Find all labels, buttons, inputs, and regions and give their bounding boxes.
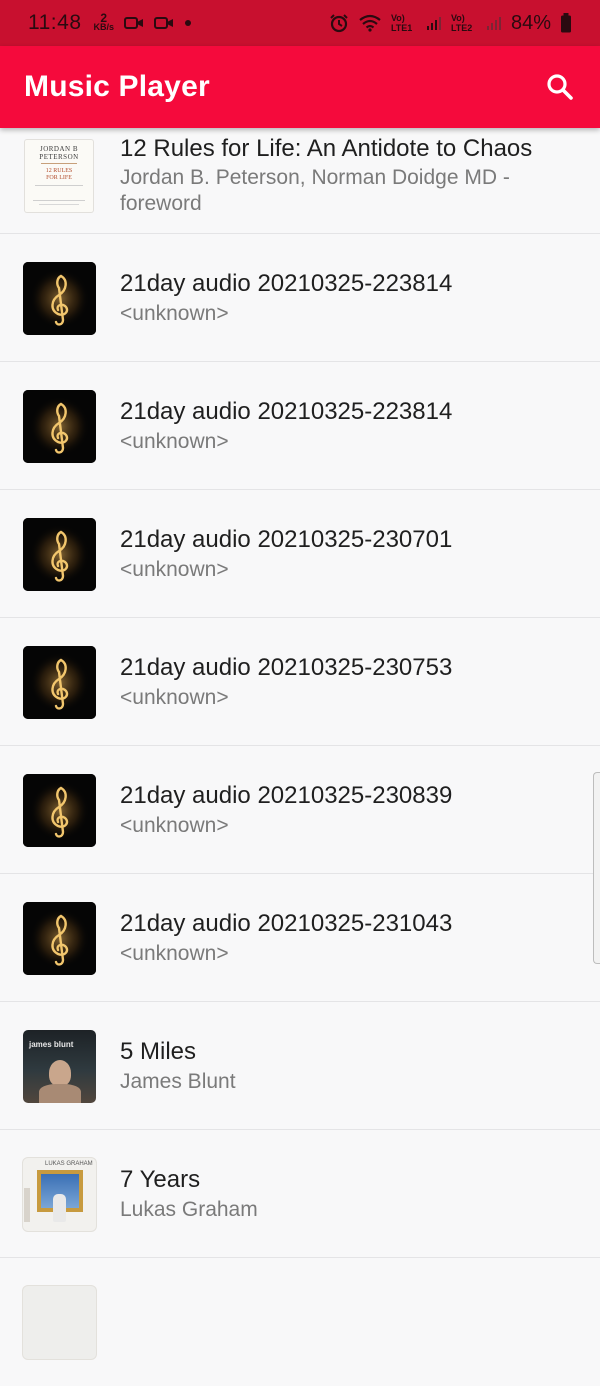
album-art: james blunt [23, 1030, 96, 1103]
video-call-icon [124, 17, 144, 29]
track-row[interactable]: 21day audio 20210325-223814 <unknown> [0, 234, 600, 362]
track-title: 21day audio 20210325-231043 [120, 910, 453, 937]
track-artist: <unknown> [120, 814, 229, 837]
album-art [23, 518, 96, 591]
track-row[interactable]: 21day audio 20210325-231043 <unknown> [0, 874, 600, 1002]
track-row[interactable]: LUKAS GRAHAM 7 Years Lukas Graham [0, 1130, 600, 1258]
search-button[interactable] [544, 71, 576, 103]
music-note-icon [23, 390, 96, 463]
app-bar: Music Player [0, 46, 600, 128]
alarm-icon [330, 14, 348, 33]
status-time: 11:48 [28, 11, 82, 34]
video-call-icon [154, 17, 174, 29]
track-artist: <unknown> [120, 302, 229, 325]
track-title: 21day audio 20210325-230753 [120, 654, 453, 681]
album-art [23, 774, 96, 847]
track-artist: James Blunt [120, 1070, 236, 1093]
album-cover-text: james blunt [29, 1040, 74, 1049]
album-cover-figure [53, 1194, 66, 1222]
status-right-icons: Vo) LTE1 Vo) LTE2 84% [329, 12, 572, 35]
track-row[interactable]: 21day audio 20210325-230701 <unknown> [0, 490, 600, 618]
volte1-indicator: Vo) LTE1 [390, 13, 413, 33]
wifi-icon [359, 14, 381, 32]
track-row[interactable] [0, 1258, 600, 1386]
album-art: JORDAN B PETERSON 12 RULES FOR LIFE [25, 140, 93, 212]
track-title: 21day audio 20210325-223814 [120, 398, 453, 425]
book-fineprint [33, 200, 85, 201]
app-title: Music Player [24, 70, 210, 103]
signal-icon [486, 17, 501, 30]
network-speed: 2 KB/s [93, 11, 115, 32]
dot-icon [185, 20, 192, 26]
album-art: LUKAS GRAHAM [23, 1158, 96, 1231]
track-row[interactable]: 21day audio 20210325-223814 <unknown> [0, 362, 600, 490]
music-note-icon [23, 646, 96, 719]
album-cover-figure [49, 1060, 71, 1086]
track-row[interactable]: 21day audio 20210325-230753 <unknown> [0, 618, 600, 746]
signal-icon [426, 17, 441, 30]
music-note-icon [23, 262, 96, 335]
track-title: 21day audio 20210325-230839 [120, 782, 453, 809]
track-title: 7 Years [120, 1166, 201, 1193]
music-note-icon [23, 518, 96, 591]
track-artist: <unknown> [120, 942, 229, 965]
book-title-text: FOR LIFE [46, 175, 72, 181]
track-artist: <unknown> [120, 430, 229, 453]
status-bar: 11:48 2 KB/s Vo) LTE1 Vo) LTE2 84% [0, 0, 600, 46]
track-artist: <unknown> [120, 686, 229, 709]
book-title-text: 12 RULES [45, 168, 73, 174]
album-art [23, 390, 96, 463]
battery-icon [561, 13, 571, 33]
track-row[interactable]: 21day audio 20210325-230839 <unknown> [0, 746, 600, 874]
album-art [23, 262, 96, 335]
track-artist: <unknown> [120, 558, 229, 581]
track-artist: foreword [120, 192, 202, 215]
track-title: 12 Rules for Life: An Antidote to Chaos [120, 135, 533, 162]
book-fineprint [39, 204, 79, 205]
track-artist: Jordan B. Peterson, Norman Doidge MD - [120, 166, 510, 189]
search-icon [547, 74, 573, 100]
scrollbar-thumb[interactable] [593, 772, 600, 964]
track-title: 5 Miles [120, 1038, 197, 1065]
track-row[interactable]: james blunt 5 Miles James Blunt [0, 1002, 600, 1130]
track-title: 21day audio 20210325-230701 [120, 526, 453, 553]
volte2-indicator: Vo) LTE2 [450, 13, 473, 33]
music-note-icon [23, 902, 96, 975]
music-note-icon [23, 774, 96, 847]
status-left-icons: 2 KB/s [93, 11, 193, 32]
track-artist: Lukas Graham [120, 1198, 258, 1221]
album-cover-figure [39, 1084, 81, 1103]
book-author-text: PETERSON [39, 153, 79, 161]
book-divider [41, 163, 77, 164]
album-art [23, 646, 96, 719]
book-fineprint [35, 185, 83, 186]
album-art [23, 1286, 96, 1359]
book-author-text: JORDAN B [39, 145, 79, 153]
track-title: 21day audio 20210325-223814 [120, 270, 453, 297]
album-cover-text: LUKAS GRAHAM [45, 1161, 93, 1167]
album-art [23, 902, 96, 975]
battery-percent: 84% [510, 11, 551, 34]
album-cover-figure [24, 1188, 30, 1222]
